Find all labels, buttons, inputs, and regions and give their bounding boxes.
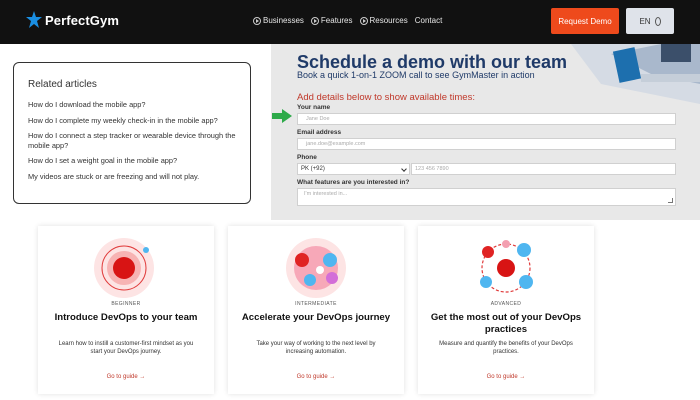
play-circle-icon [253,16,261,25]
language-label: EN [639,16,651,26]
nav-resources[interactable]: Resources [359,16,408,25]
guide-card-beginner: BEGINNER Introduce DevOps to your team L… [38,226,214,394]
top-navbar: PerfectGym Businesses Features Resources… [0,0,700,44]
main-nav: Businesses Features Resources Contact [253,16,442,25]
features-textarea[interactable]: I'm interested in... [297,188,676,206]
card-title: Get the most out of your DevOps practice… [430,312,582,335]
article-link-weekly-checkin[interactable]: How do I complete my weekly check-in in … [28,116,236,126]
network-illustration-icon [480,240,533,293]
article-link-download-app[interactable]: How do I download the mobile app? [28,100,236,110]
brand-logo[interactable]: PerfectGym [26,10,119,30]
globe-icon [654,16,661,26]
card-level: ADVANCED [490,301,522,307]
nav-features[interactable]: Features [310,16,353,25]
country-code-select[interactable]: PK (+92) [297,163,410,175]
card-title: Introduce DevOps to your team [54,312,198,323]
nav-contact-label: Contact [414,16,443,25]
go-to-guide-link[interactable]: Go to guide → [38,374,214,380]
play-circle-icon [310,16,319,25]
card-title: Accelerate your DevOps journey [241,312,391,323]
schedule-instruction: Add details below to show available time… [297,92,475,103]
related-articles-title: Related articles [28,79,97,90]
play-circle-icon [359,16,368,25]
request-demo-button[interactable]: Request Demo [551,8,619,34]
article-link-videos-stuck[interactable]: My videos are stuck or are freezing and … [28,172,236,182]
guide-card-advanced: ADVANCED Get the most out of your DevOps… [418,226,594,394]
name-field[interactable]: Jane Doe [297,113,676,125]
resize-handle-icon[interactable] [668,198,673,203]
nav-contact[interactable]: Contact [415,16,443,25]
nav-features-label: Features [320,16,353,25]
chevron-down-icon [401,166,407,172]
article-link-step-tracker[interactable]: How do I connect a step tracker or weara… [28,131,236,150]
name-label: Your name [297,104,331,111]
article-link-weight-goal[interactable]: How do I set a weight goal in the mobile… [28,156,236,166]
country-code-value: PK (+92) [301,166,325,172]
target-illustration-icon [94,238,154,298]
card-description: Measure and quantify the benefits of you… [439,341,573,355]
language-selector[interactable]: EN [626,8,674,34]
card-description: Learn how to instill a customer-first mi… [58,341,194,355]
schedule-demo-panel: Schedule a demo with our team Book a qui… [271,44,700,220]
nav-businesses-label: Businesses [263,16,304,25]
guide-card-intermediate: INTERMEDIATE Accelerate your DevOps jour… [228,226,404,394]
go-to-guide-link[interactable]: Go to guide → [228,374,404,380]
brand-name: PerfectGym [45,12,119,28]
go-to-guide-link[interactable]: Go to guide → [418,374,594,380]
star-logo-icon [26,11,42,28]
features-label: What features are you interested in? [297,179,410,186]
green-arrow-icon [272,109,292,123]
phone-label: Phone [297,154,317,161]
card-level: BEGINNER [111,301,141,307]
card-description: Take your way of working to the next lev… [256,341,376,355]
team-illustration-icon [286,238,346,298]
features-placeholder: I'm interested in... [304,191,348,197]
card-level: INTERMEDIATE [295,301,337,307]
email-field[interactable]: jane.doe@example.com [297,138,676,150]
email-label: Email address [297,129,342,136]
schedule-subtitle: Book a quick 1-on-1 ZOOM call to see Gym… [297,70,535,80]
nav-businesses[interactable]: Businesses [253,16,304,25]
related-articles-panel: Related articles How do I download the m… [13,62,251,204]
phone-field[interactable]: 123 456 7890 [411,163,676,175]
nav-resources-label: Resources [369,16,408,25]
